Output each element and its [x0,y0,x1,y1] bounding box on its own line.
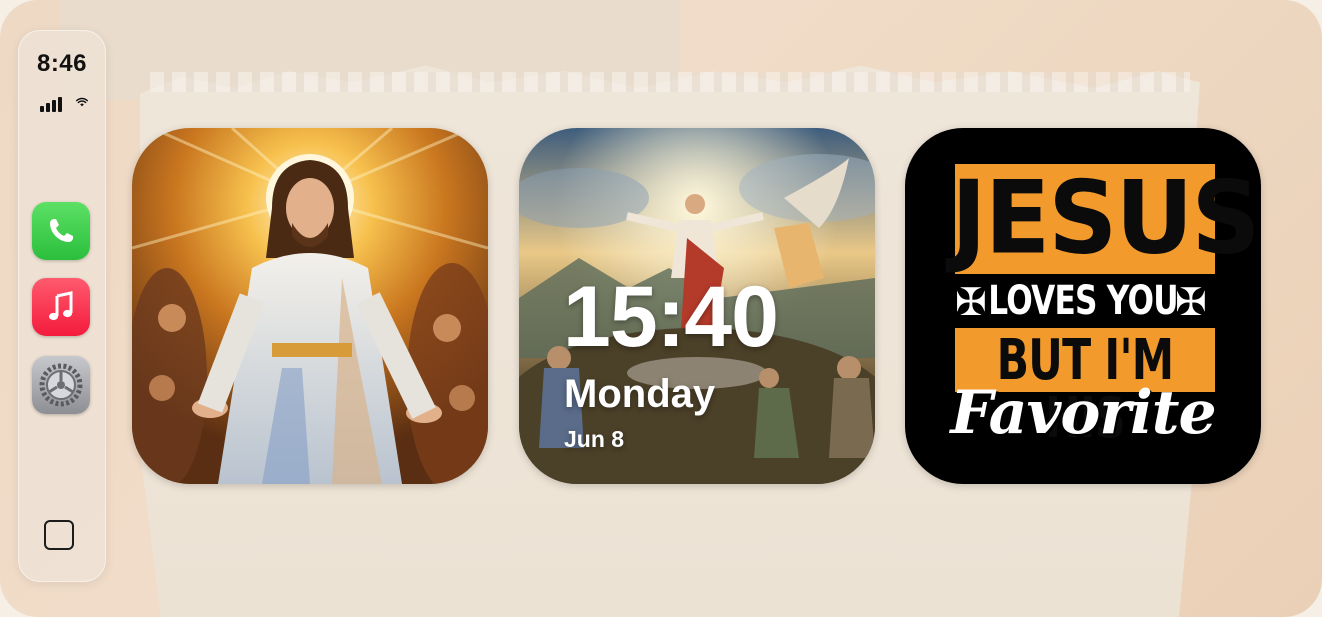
settings-app-button[interactable] [32,356,90,414]
status-time: 8:46 [36,50,88,77]
clock-widget[interactable]: 15:40 Monday Jun 8 [519,128,875,484]
music-app-button[interactable] [32,278,90,336]
jesus-radiant-painting [132,128,488,484]
gear-icon [39,363,83,407]
phone-icon [50,219,73,242]
phone-app-button[interactable] [32,202,90,260]
music-note-icon [49,291,73,321]
widget-day: Monday [564,372,716,416]
quote-line-1: JESUS [951,159,1261,277]
status-indicators [40,92,88,112]
cross-icon-right: ✠ [1175,282,1207,324]
quote-line-4: Favorite [950,378,1216,448]
widget-date: Jun 8 [564,426,625,452]
wallpaper-torn-edge [150,72,1190,92]
wifi-icon [76,97,88,107]
square-home-icon[interactable] [44,520,74,550]
cellular-signal-icon [40,97,62,112]
dock-sidebar: 8:46 [18,30,106,582]
photo-widget[interactable] [132,128,488,484]
quote-widget[interactable]: JESUS ✠ LOVES YOU ✠ BUT I'M HIS Favorite [905,128,1261,484]
carplay-screen: 8:46 15:40 Monday Jun 8 JESUS ✠ LOVES YO… [0,0,1322,617]
widget-time: 15:40 [563,269,779,365]
